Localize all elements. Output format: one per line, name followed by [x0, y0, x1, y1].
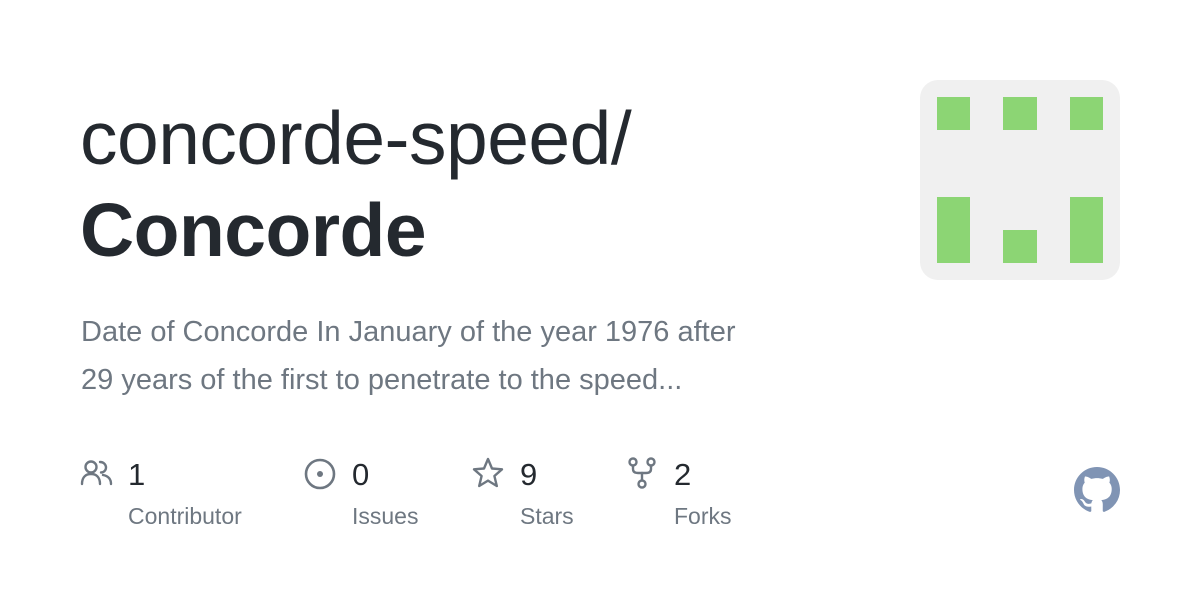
identicon-cell — [937, 97, 970, 130]
people-icon — [80, 460, 113, 486]
identicon-cell — [1003, 230, 1037, 263]
stars-label: Stars — [520, 503, 574, 529]
identicon-cell — [1070, 197, 1103, 263]
repo-name[interactable]: Concorde — [80, 184, 880, 276]
issues-label: Issues — [352, 503, 419, 529]
star-icon — [472, 457, 504, 488]
fork-icon — [628, 457, 656, 489]
stars-count: 9 — [520, 457, 538, 492]
repo-description: Date of Concorde In January of the year … — [81, 308, 841, 404]
repo-title: concorde-speed/ Concorde — [80, 92, 880, 276]
issue-icon — [304, 458, 336, 490]
repo-owner[interactable]: concorde-speed/ — [80, 92, 880, 184]
contributors-label: Contributor — [128, 503, 242, 529]
forks-count: 2 — [674, 457, 692, 492]
description-line: 29 years of the first to penetrate to th… — [81, 364, 683, 396]
description-line: Date of Concorde In January of the year … — [81, 316, 736, 348]
issues-count: 0 — [352, 457, 370, 492]
forks-label: Forks — [674, 503, 732, 529]
identicon-cell — [1070, 97, 1103, 130]
github-mark-icon[interactable] — [1074, 467, 1120, 513]
identicon-cell — [937, 197, 970, 263]
identicon-cell — [1003, 97, 1037, 130]
owner-identicon-avatar — [920, 80, 1120, 280]
contributors-count: 1 — [128, 457, 146, 492]
repo-social-card: concorde-speed/ Concorde Date of Concord… — [0, 0, 1200, 600]
